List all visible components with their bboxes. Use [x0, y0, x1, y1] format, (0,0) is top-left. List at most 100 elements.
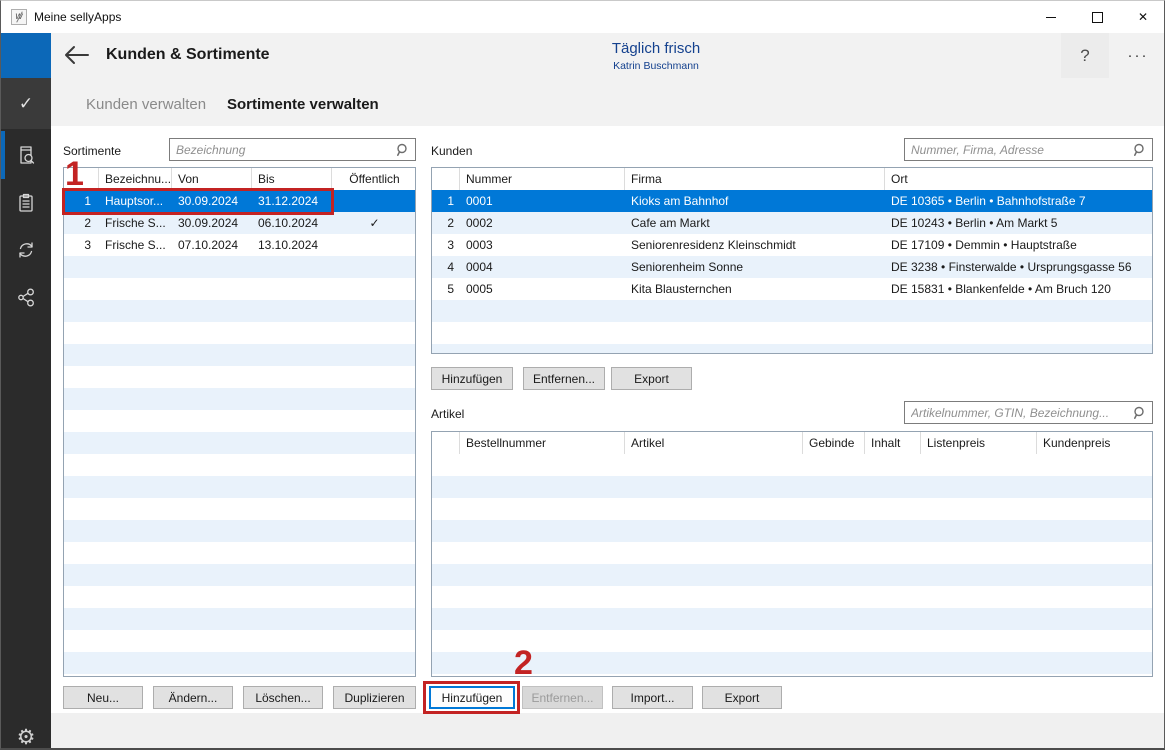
- sidebar-item-share[interactable]: [1, 273, 51, 321]
- cell-bez: [99, 366, 172, 388]
- kunden-export-button[interactable]: Export: [611, 367, 692, 390]
- artikel-import-button[interactable]: Import...: [612, 686, 693, 709]
- column-header-artikel[interactable]: Artikel: [625, 432, 803, 454]
- cell-num: [64, 652, 99, 674]
- table-row[interactable]: [64, 608, 415, 630]
- sidebar-item-sync[interactable]: [1, 226, 51, 274]
- table-row[interactable]: [432, 608, 1152, 630]
- table-row[interactable]: [432, 564, 1152, 586]
- cell-num: [64, 322, 99, 344]
- cell-von: 30.09.2024: [172, 212, 252, 234]
- table-row[interactable]: 3Frische S...07.10.202413.10.2024: [64, 234, 415, 256]
- help-button[interactable]: ?: [1061, 33, 1109, 78]
- column-header-oeffentlich[interactable]: Öffentlich: [332, 168, 416, 190]
- column-header-firma[interactable]: Firma: [625, 168, 885, 190]
- cell-von: [172, 652, 252, 674]
- cell-num: [64, 630, 99, 652]
- artikel-search-input[interactable]: [905, 402, 1152, 423]
- table-row[interactable]: [64, 432, 415, 454]
- table-row[interactable]: [432, 586, 1152, 608]
- close-button[interactable]: ✕: [1120, 1, 1165, 33]
- cell-inhalt: [865, 520, 921, 542]
- table-row[interactable]: [432, 344, 1152, 354]
- column-header-bestellnummer[interactable]: Bestellnummer: [460, 432, 625, 454]
- kunden-entfernen-button[interactable]: Entfernen...: [523, 367, 605, 390]
- cell-art: [625, 476, 803, 498]
- table-row[interactable]: [64, 322, 415, 344]
- cell-bis: [252, 608, 332, 630]
- table-row[interactable]: [64, 410, 415, 432]
- table-row[interactable]: [432, 520, 1152, 542]
- loeschen-button[interactable]: Löschen...: [243, 686, 323, 709]
- table-row[interactable]: [432, 300, 1152, 322]
- table-row[interactable]: 40004Seniorenheim SonneDE 3238 • Finster…: [432, 256, 1152, 278]
- table-row[interactable]: [432, 454, 1152, 476]
- table-row[interactable]: [432, 322, 1152, 344]
- neu-button[interactable]: Neu...: [63, 686, 143, 709]
- duplizieren-button[interactable]: Duplizieren: [333, 686, 416, 709]
- table-row[interactable]: [64, 674, 415, 677]
- table-row[interactable]: [432, 652, 1152, 674]
- column-header-inhalt[interactable]: Inhalt: [865, 432, 921, 454]
- minimize-button[interactable]: [1028, 1, 1074, 33]
- table-row[interactable]: 50005Kita BlausternchenDE 15831 • Blanke…: [432, 278, 1152, 300]
- cell-num: [64, 542, 99, 564]
- back-button[interactable]: [61, 42, 91, 68]
- more-button[interactable]: ···: [1113, 33, 1163, 78]
- column-header-bezeichnung[interactable]: Bezeichnu...: [99, 168, 172, 190]
- menu-button[interactable]: [1, 33, 51, 78]
- sidebar-item-tasks[interactable]: ✓: [1, 78, 51, 129]
- table-row[interactable]: [64, 520, 415, 542]
- kunden-hinzufuegen-button[interactable]: Hinzufügen: [431, 367, 513, 390]
- table-row[interactable]: [64, 652, 415, 674]
- cell-bez: [99, 542, 172, 564]
- maximize-button[interactable]: [1074, 1, 1120, 33]
- table-row[interactable]: [64, 630, 415, 652]
- table-row[interactable]: [64, 476, 415, 498]
- column-header[interactable]: [432, 168, 460, 190]
- table-row[interactable]: [64, 564, 415, 586]
- table-row[interactable]: [432, 476, 1152, 498]
- table-row[interactable]: [64, 454, 415, 476]
- sidebar-item-clipboard[interactable]: [1, 179, 51, 227]
- table-row[interactable]: 2Frische S...30.09.202406.10.2024✓: [64, 212, 415, 234]
- sortimente-search-input[interactable]: [170, 139, 415, 160]
- column-header-ort[interactable]: Ort: [885, 168, 1152, 190]
- aendern-button[interactable]: Ändern...: [153, 686, 233, 709]
- table-row[interactable]: [64, 498, 415, 520]
- column-header-nummer[interactable]: Nummer: [460, 168, 625, 190]
- column-header-gebinde[interactable]: Gebinde: [803, 432, 865, 454]
- table-row[interactable]: [432, 542, 1152, 564]
- column-header-von[interactable]: Von: [172, 168, 252, 190]
- table-row[interactable]: 20002Cafe am MarktDE 10243 • Berlin • Am…: [432, 212, 1152, 234]
- table-row[interactable]: [432, 498, 1152, 520]
- table-row[interactable]: [64, 388, 415, 410]
- cell-ort: [885, 322, 1152, 344]
- table-row[interactable]: 10001Kioks am BahnhofDE 10365 • Berlin •…: [432, 190, 1152, 212]
- column-header-listenpreis[interactable]: Listenpreis: [921, 432, 1037, 454]
- cell-off: [332, 322, 416, 344]
- table-row[interactable]: [64, 344, 415, 366]
- cell-bis: [252, 344, 332, 366]
- cell-bez: Frische S...: [99, 212, 172, 234]
- annotation-box-1: [62, 188, 334, 215]
- tab-kunden-verwalten[interactable]: Kunden verwalten: [86, 96, 206, 113]
- artikel-export-button[interactable]: Export: [702, 686, 782, 709]
- table-row[interactable]: [432, 630, 1152, 652]
- table-row[interactable]: [64, 366, 415, 388]
- column-header-bis[interactable]: Bis: [252, 168, 332, 190]
- column-header-kundenpreis[interactable]: Kundenpreis: [1037, 432, 1152, 454]
- table-row[interactable]: [432, 674, 1152, 677]
- table-row[interactable]: [64, 278, 415, 300]
- table-row[interactable]: [64, 542, 415, 564]
- sidebar-item-settings[interactable]: ⚙: [1, 713, 51, 750]
- sidebar-item-kunden-sortimente[interactable]: [1, 131, 51, 179]
- table-row[interactable]: [64, 256, 415, 278]
- column-header[interactable]: [432, 432, 460, 454]
- artikel-entfernen-button[interactable]: Entfernen...: [522, 686, 603, 709]
- table-row[interactable]: [64, 586, 415, 608]
- table-row[interactable]: 30003Seniorenresidenz KleinschmidtDE 171…: [432, 234, 1152, 256]
- tab-sortimente-verwalten[interactable]: Sortimente verwalten: [227, 96, 379, 113]
- kunden-search-input[interactable]: [905, 139, 1152, 160]
- table-row[interactable]: [64, 300, 415, 322]
